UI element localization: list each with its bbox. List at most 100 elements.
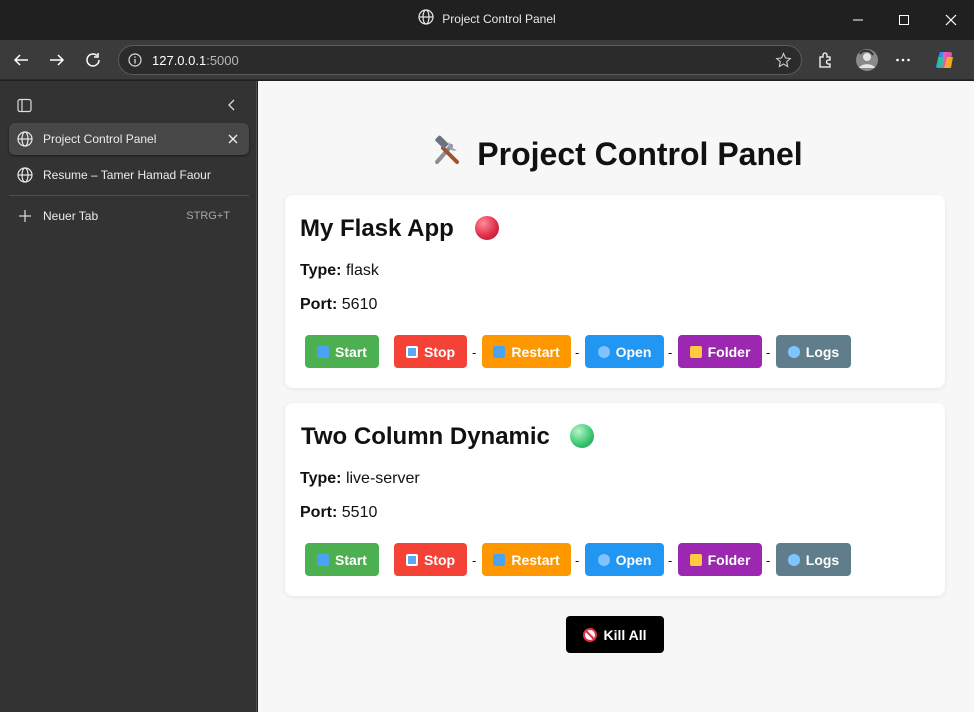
type-value: flask (345, 262, 379, 279)
restart-button[interactable]: Restart (482, 335, 571, 368)
window-title-bar: Project Control Panel (0, 0, 974, 40)
separator: - (766, 345, 771, 360)
tab-resume[interactable]: Resume – Tamer Hamad Faour (9, 159, 249, 191)
extensions-button[interactable] (813, 47, 839, 73)
globe-icon (17, 167, 33, 183)
globe-icon (597, 345, 610, 358)
folder-icon (689, 553, 702, 566)
address-bar[interactable]: 127.0.0.1:5000 (118, 45, 802, 75)
stop-button[interactable]: Stop (394, 543, 467, 576)
sidebar-divider (9, 195, 249, 196)
copilot-button[interactable] (932, 47, 958, 73)
port-label: Port: (300, 504, 338, 521)
port-value: 5510 (341, 504, 378, 521)
open-button[interactable]: Open (585, 335, 664, 368)
kill-all-button[interactable]: Kill All (566, 616, 664, 653)
globe-icon (418, 9, 434, 28)
url-text: 127.0.0.1:5000 (152, 53, 239, 68)
window-title-text: Project Control Panel (442, 12, 556, 27)
separator: - (575, 553, 580, 568)
minimize-button[interactable] (844, 8, 872, 32)
stop-button[interactable]: Stop (394, 335, 467, 368)
stop-label: Stop (423, 551, 456, 568)
project-name: My Flask App (300, 215, 454, 242)
play-icon (317, 345, 330, 358)
restart-button[interactable]: Restart (482, 543, 571, 576)
chevron-left-icon (228, 99, 235, 111)
profile-avatar[interactable] (854, 47, 880, 73)
logs-label: Logs (805, 343, 840, 360)
new-tab-shortcut: STRG+T (186, 210, 230, 222)
maximize-button[interactable] (890, 8, 918, 32)
info-icon[interactable] (128, 53, 142, 72)
separator: - (766, 553, 771, 568)
collapse-sidebar-button[interactable] (225, 98, 239, 117)
restart-icon (493, 553, 506, 566)
new-tab-label: Neuer Tab (43, 209, 99, 223)
tab-label: Resume – Tamer Hamad Faour (43, 168, 211, 182)
start-button[interactable]: Start (305, 543, 379, 576)
separator: - (668, 553, 673, 568)
start-button[interactable]: Start (305, 335, 379, 368)
tab-actions-icon[interactable] (17, 98, 32, 118)
type-label: Type: (300, 470, 342, 487)
forward-button[interactable] (44, 47, 70, 73)
play-icon (317, 553, 330, 566)
type-value: live-server (345, 470, 420, 487)
page-content: Project Control Panel My Flask App Type:… (258, 81, 974, 712)
arrow-right-icon (50, 54, 65, 66)
port-value: 5610 (341, 296, 378, 313)
separator: - (472, 553, 477, 568)
reload-button[interactable] (80, 47, 106, 73)
folder-label: Folder (707, 343, 751, 360)
copilot-icon (936, 52, 953, 68)
restart-label: Restart (511, 343, 560, 360)
tab-project-control-panel[interactable]: Project Control Panel (9, 123, 249, 155)
logs-button[interactable]: Logs (776, 335, 851, 368)
hammer-wrench-icon (429, 132, 465, 176)
project-type: Type: flask (300, 262, 379, 280)
close-tab-icon[interactable] (225, 131, 241, 147)
stop-icon (405, 345, 418, 358)
project-port: Port: 5610 (300, 296, 377, 314)
type-label: Type: (300, 262, 342, 279)
restart-label: Restart (511, 551, 560, 568)
magnifier-icon (787, 345, 800, 358)
folder-button[interactable]: Folder (678, 543, 762, 576)
open-label: Open (615, 551, 652, 568)
star-icon[interactable] (775, 52, 792, 74)
project-port: Port: 5510 (300, 504, 377, 522)
url-host: 127.0.0.1 (152, 53, 207, 68)
back-button[interactable] (8, 47, 34, 73)
restart-icon (493, 345, 506, 358)
open-button[interactable]: Open (585, 543, 664, 576)
new-tab-button[interactable]: Neuer Tab STRG+T (9, 200, 249, 232)
folder-icon (689, 345, 702, 358)
magnifier-icon (787, 553, 800, 566)
more-options-button[interactable] (890, 47, 916, 73)
separator: - (668, 345, 673, 360)
project-card: Two Column Dynamic Type: live-server Por… (285, 403, 945, 596)
window-title: Project Control Panel (0, 9, 974, 28)
reload-icon (86, 53, 100, 67)
browser-toolbar: 127.0.0.1:5000 (0, 40, 974, 80)
folder-button[interactable]: Folder (678, 335, 762, 368)
port-label: Port: (300, 296, 338, 313)
globe-icon (17, 131, 33, 147)
stop-icon (405, 553, 418, 566)
no-entry-icon (583, 627, 598, 642)
plus-icon (17, 208, 33, 224)
project-card: My Flask App Type: flask Port: 5610 Star… (285, 195, 945, 388)
close-window-button[interactable] (937, 8, 965, 32)
page-title: Project Control Panel (258, 135, 974, 176)
start-label: Start (335, 343, 367, 360)
separator: - (575, 345, 580, 360)
more-icon (896, 58, 910, 62)
separator: - (472, 345, 477, 360)
puzzle-icon (819, 52, 831, 68)
url-port: :5000 (206, 53, 239, 68)
logs-label: Logs (805, 551, 840, 568)
logs-button[interactable]: Logs (776, 543, 851, 576)
project-name: Two Column Dynamic (301, 423, 550, 450)
globe-icon (597, 553, 610, 566)
